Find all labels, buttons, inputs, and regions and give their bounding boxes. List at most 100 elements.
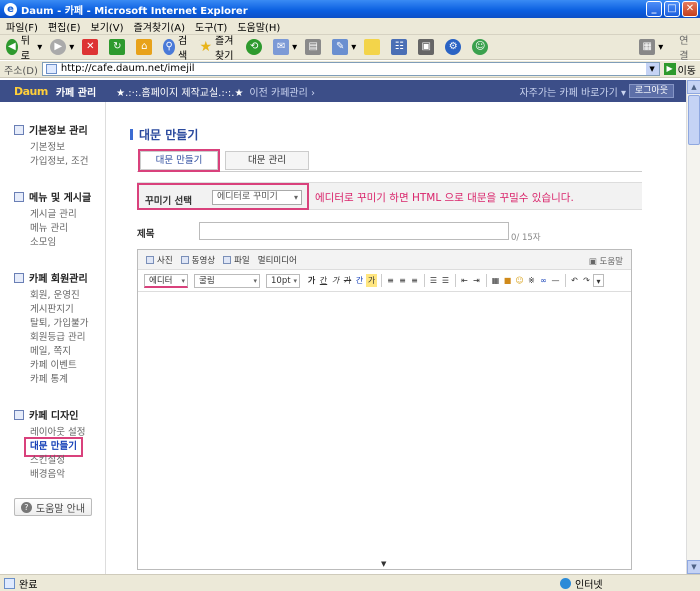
sidebar-item-subgroup[interactable]: 소모임 <box>14 236 105 250</box>
attach-file-button[interactable]: 파일 <box>223 254 250 266</box>
history-button[interactable]: ⟲ <box>246 39 265 55</box>
favorite-cafe-dropdown[interactable]: 자주가는 카페 바로가기 ▾ <box>519 84 626 99</box>
close-button[interactable]: ✕ <box>682 1 698 17</box>
tab-manage-front[interactable]: 대문 관리 <box>225 151 309 170</box>
print-button[interactable]: ▤ <box>305 39 324 55</box>
outdent-icon[interactable]: ⇤ <box>459 274 470 287</box>
editor-mode-select[interactable]: 에디터 <box>144 273 188 288</box>
highlight-button[interactable]: 가 <box>366 274 377 287</box>
sidebar-item-front-page[interactable]: 대문 만들기 <box>23 437 84 457</box>
refresh-button[interactable]: ↻ <box>109 39 128 55</box>
sidebar-item-members[interactable]: 회원, 운영진 <box>14 289 105 303</box>
sidebar-item-skin[interactable]: 스킨설정 <box>14 454 105 468</box>
messenger-button[interactable]: ☷ <box>391 39 410 55</box>
ordered-list-icon[interactable]: ☰ <box>428 274 439 287</box>
sidebar-item-join-info[interactable]: 가입정보, 조건 <box>14 155 105 169</box>
horizontal-rule-icon[interactable]: — <box>550 274 561 287</box>
sidebar-item-post-manage[interactable]: 게시글 관리 <box>14 208 105 222</box>
scroll-down-icon[interactable]: ▼ <box>687 560 700 574</box>
strike-button[interactable]: 가 <box>342 274 353 287</box>
sidebar-item-member-grade[interactable]: 회원등급 관리 <box>14 331 105 345</box>
address-dropdown-icon[interactable]: ▼ <box>645 63 659 75</box>
cafe-name-link[interactable]: ★.:·:.홈페이지 제작교실.:·:.★ <box>116 84 243 99</box>
underline-button[interactable]: 간 <box>318 274 329 287</box>
stop-button[interactable]: ✕ <box>82 39 101 55</box>
connect-button[interactable]: 연결 <box>679 32 692 62</box>
maximize-button[interactable]: □ <box>664 1 680 17</box>
sidebar-item-board-keepers[interactable]: 게시판지기 <box>14 303 105 317</box>
research-button[interactable]: ▣ <box>418 39 437 55</box>
vertical-scrollbar[interactable]: ▲ ▼ <box>686 80 700 574</box>
address-input[interactable]: http://cafe.daum.net/imejil ▼ <box>41 62 660 76</box>
indent-icon[interactable]: ⇥ <box>471 274 482 287</box>
attach-video-button[interactable]: 동영상 <box>180 254 215 266</box>
sidebar-item-menu-manage[interactable]: 메뉴 관리 <box>14 222 105 236</box>
daum-logo[interactable]: Daum <box>14 85 48 98</box>
font-size-select[interactable]: 10pt <box>266 273 300 288</box>
sidebar-item-layout[interactable]: 레이아웃 설정 <box>14 426 105 440</box>
italic-button[interactable]: 가 <box>330 274 341 287</box>
sidebar-group-title: 메뉴 및 게시글 <box>29 193 92 204</box>
editor-body[interactable] <box>138 292 631 569</box>
back-button[interactable]: ◀ 뒤로 ▾ <box>6 32 42 62</box>
undo-icon[interactable]: ↶ <box>569 274 580 287</box>
unordered-list-icon[interactable]: ☰ <box>440 274 451 287</box>
design-icon <box>14 409 24 420</box>
editor-resize-bar[interactable]: ▼ <box>138 560 631 569</box>
help-guide-button[interactable]: ? 도움말 안내 <box>14 498 92 516</box>
table-icon[interactable]: ▦ <box>490 274 501 287</box>
editor-help-link[interactable]: ▣ 도움말 <box>589 255 623 267</box>
resize-arrow-icon: ▼ <box>381 560 387 568</box>
subject-input[interactable] <box>199 222 509 240</box>
question-icon: ? <box>20 501 32 513</box>
sidebar-item-stats[interactable]: 카페 통계 <box>14 373 105 387</box>
home-button[interactable]: ⌂ <box>136 39 155 55</box>
internet-globe-icon <box>560 577 571 589</box>
align-left-icon[interactable]: ≡ <box>385 274 396 287</box>
photo-icon <box>146 255 154 264</box>
redo-icon[interactable]: ↷ <box>581 274 592 287</box>
attach-multimedia-button[interactable]: 멀티미디어 <box>258 254 297 266</box>
forward-button[interactable]: ▶ ▾ <box>50 39 74 55</box>
page-done-icon <box>4 577 15 589</box>
forward-arrow-icon: ▶ <box>50 39 67 55</box>
attach-photo-button[interactable]: 사진 <box>146 254 173 266</box>
link-icon[interactable]: ∞ <box>538 274 549 287</box>
align-right-icon[interactable]: ≡ <box>409 274 420 287</box>
text-color-button[interactable]: 간 <box>354 274 365 287</box>
previous-cafe-link[interactable]: 이전 카페관리 › <box>249 84 315 99</box>
favorites-button[interactable]: ★ 즐겨찾기 <box>199 32 238 62</box>
font-select[interactable]: 굴림 <box>194 273 260 288</box>
more-icon[interactable]: ▾ <box>593 274 604 287</box>
menu-edit[interactable]: 편집(E) <box>48 19 81 34</box>
sidebar-item-withdraw[interactable]: 탈퇴, 가입불가 <box>14 317 105 331</box>
bold-button[interactable]: 가 <box>306 274 317 287</box>
go-button[interactable]: ▶ 이동 <box>663 62 696 77</box>
color-table-icon[interactable]: ■ <box>502 274 513 287</box>
sidebar-item-bgm[interactable]: 배경음악 <box>14 468 105 482</box>
tools-button[interactable]: ⚙ <box>445 39 464 55</box>
minimize-button[interactable]: _ <box>646 1 662 17</box>
mail-icon: ✉ <box>273 39 290 55</box>
sidebar-item-events[interactable]: 카페 이벤트 <box>14 359 105 373</box>
scroll-up-icon[interactable]: ▲ <box>687 80 700 94</box>
menu-view[interactable]: 보기(V) <box>91 19 124 34</box>
sidebar-item-mail[interactable]: 메일, 쪽지 <box>14 345 105 359</box>
network-button[interactable]: ▦ ▾ <box>639 39 663 55</box>
window-controls: _ □ ✕ <box>646 1 698 17</box>
edit-button[interactable]: ✎ ▾ <box>332 39 356 55</box>
sidebar-item-basic-info[interactable]: 기본정보 <box>14 141 105 155</box>
scroll-thumb[interactable] <box>688 95 700 145</box>
decor-select[interactable]: 에디터로 꾸미기 <box>212 190 302 205</box>
mail-button[interactable]: ✉ ▾ <box>273 39 297 55</box>
special-char-icon[interactable]: ※ <box>526 274 537 287</box>
logout-button[interactable]: 로그아웃 <box>628 84 674 98</box>
tab-make-front[interactable]: 대문 만들기 <box>138 149 220 172</box>
note-button[interactable] <box>364 39 383 55</box>
align-center-icon[interactable]: ≡ <box>397 274 408 287</box>
emoticon-icon[interactable]: ☺ <box>514 274 525 287</box>
search-button[interactable]: ⚲ 검색 <box>163 32 191 62</box>
stop-icon: ✕ <box>82 39 99 55</box>
menu-help[interactable]: 도움말(H) <box>237 19 280 34</box>
users-button[interactable]: ☺ <box>472 39 491 55</box>
